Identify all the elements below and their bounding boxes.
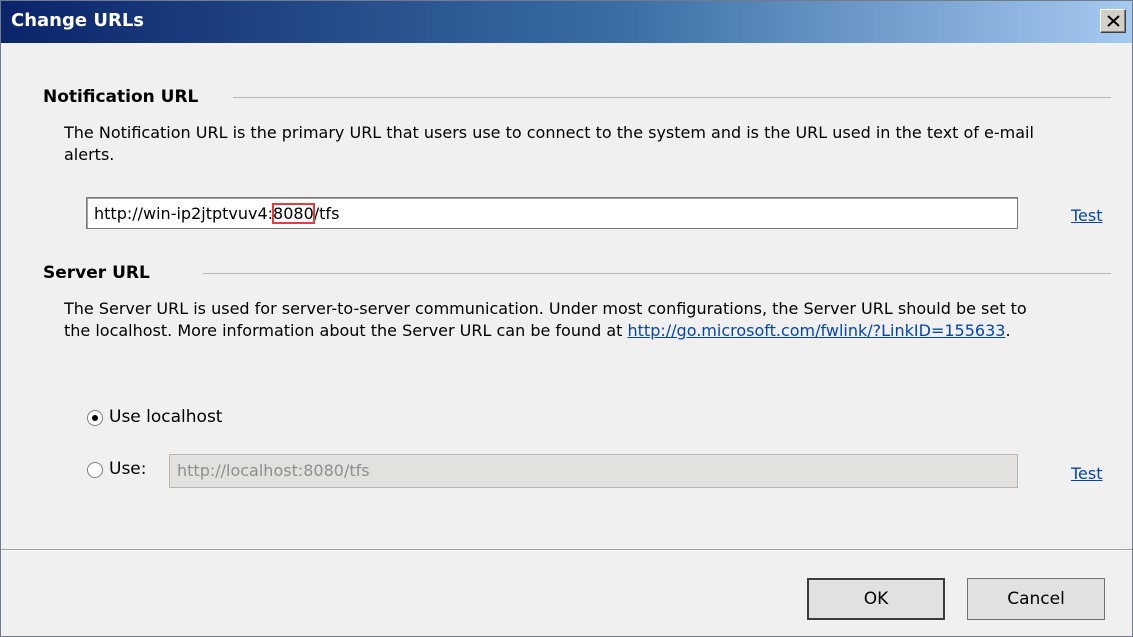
notification-url-prefix: http://win-ip2jtptvuv4: [94, 204, 274, 223]
notification-url-description: The Notification URL is the primary URL … [64, 123, 1034, 164]
change-urls-dialog: Change URLs Notification URL The Notific… [0, 0, 1133, 637]
port-highlight: 8080 [272, 203, 315, 224]
server-url-input[interactable]: http://localhost:8080/tfs [169, 454, 1018, 488]
server-url-description: The Server URL is used for server-to-ser… [64, 298, 1049, 342]
notification-url-input[interactable]: http://win-ip2jtptvuv4:8080/tfs [86, 197, 1018, 229]
dialog-title: Change URLs [11, 10, 145, 31]
notification-url-heading: Notification URL [43, 87, 199, 107]
use-custom-url-label[interactable]: Use: [109, 459, 147, 479]
notification-url-suffix: /tfs [313, 204, 340, 223]
server-url-heading: Server URL [43, 263, 150, 283]
button-bar-separator [1, 549, 1132, 551]
server-url-description-end: . [1005, 321, 1011, 340]
notification-url-group-header: Notification URL [43, 87, 1113, 109]
server-url-group-header: Server URL [43, 263, 1113, 285]
use-custom-url-radio[interactable] [87, 462, 103, 478]
close-button[interactable] [1100, 9, 1126, 33]
notification-test-link[interactable]: Test [1071, 206, 1103, 225]
radio-selected-dot [92, 415, 98, 421]
use-localhost-label[interactable]: Use localhost [109, 407, 222, 427]
group-divider [203, 273, 1111, 274]
ok-button[interactable]: OK [807, 578, 945, 620]
use-localhost-radio[interactable] [87, 410, 103, 426]
close-icon [1107, 15, 1120, 27]
title-bar[interactable]: Change URLs [1, 1, 1132, 43]
server-test-link[interactable]: Test [1071, 464, 1103, 483]
group-divider [233, 97, 1111, 98]
fwlink-link[interactable]: http://go.microsoft.com/fwlink/?LinkID=1… [628, 321, 1006, 340]
cancel-button[interactable]: Cancel [967, 578, 1105, 620]
